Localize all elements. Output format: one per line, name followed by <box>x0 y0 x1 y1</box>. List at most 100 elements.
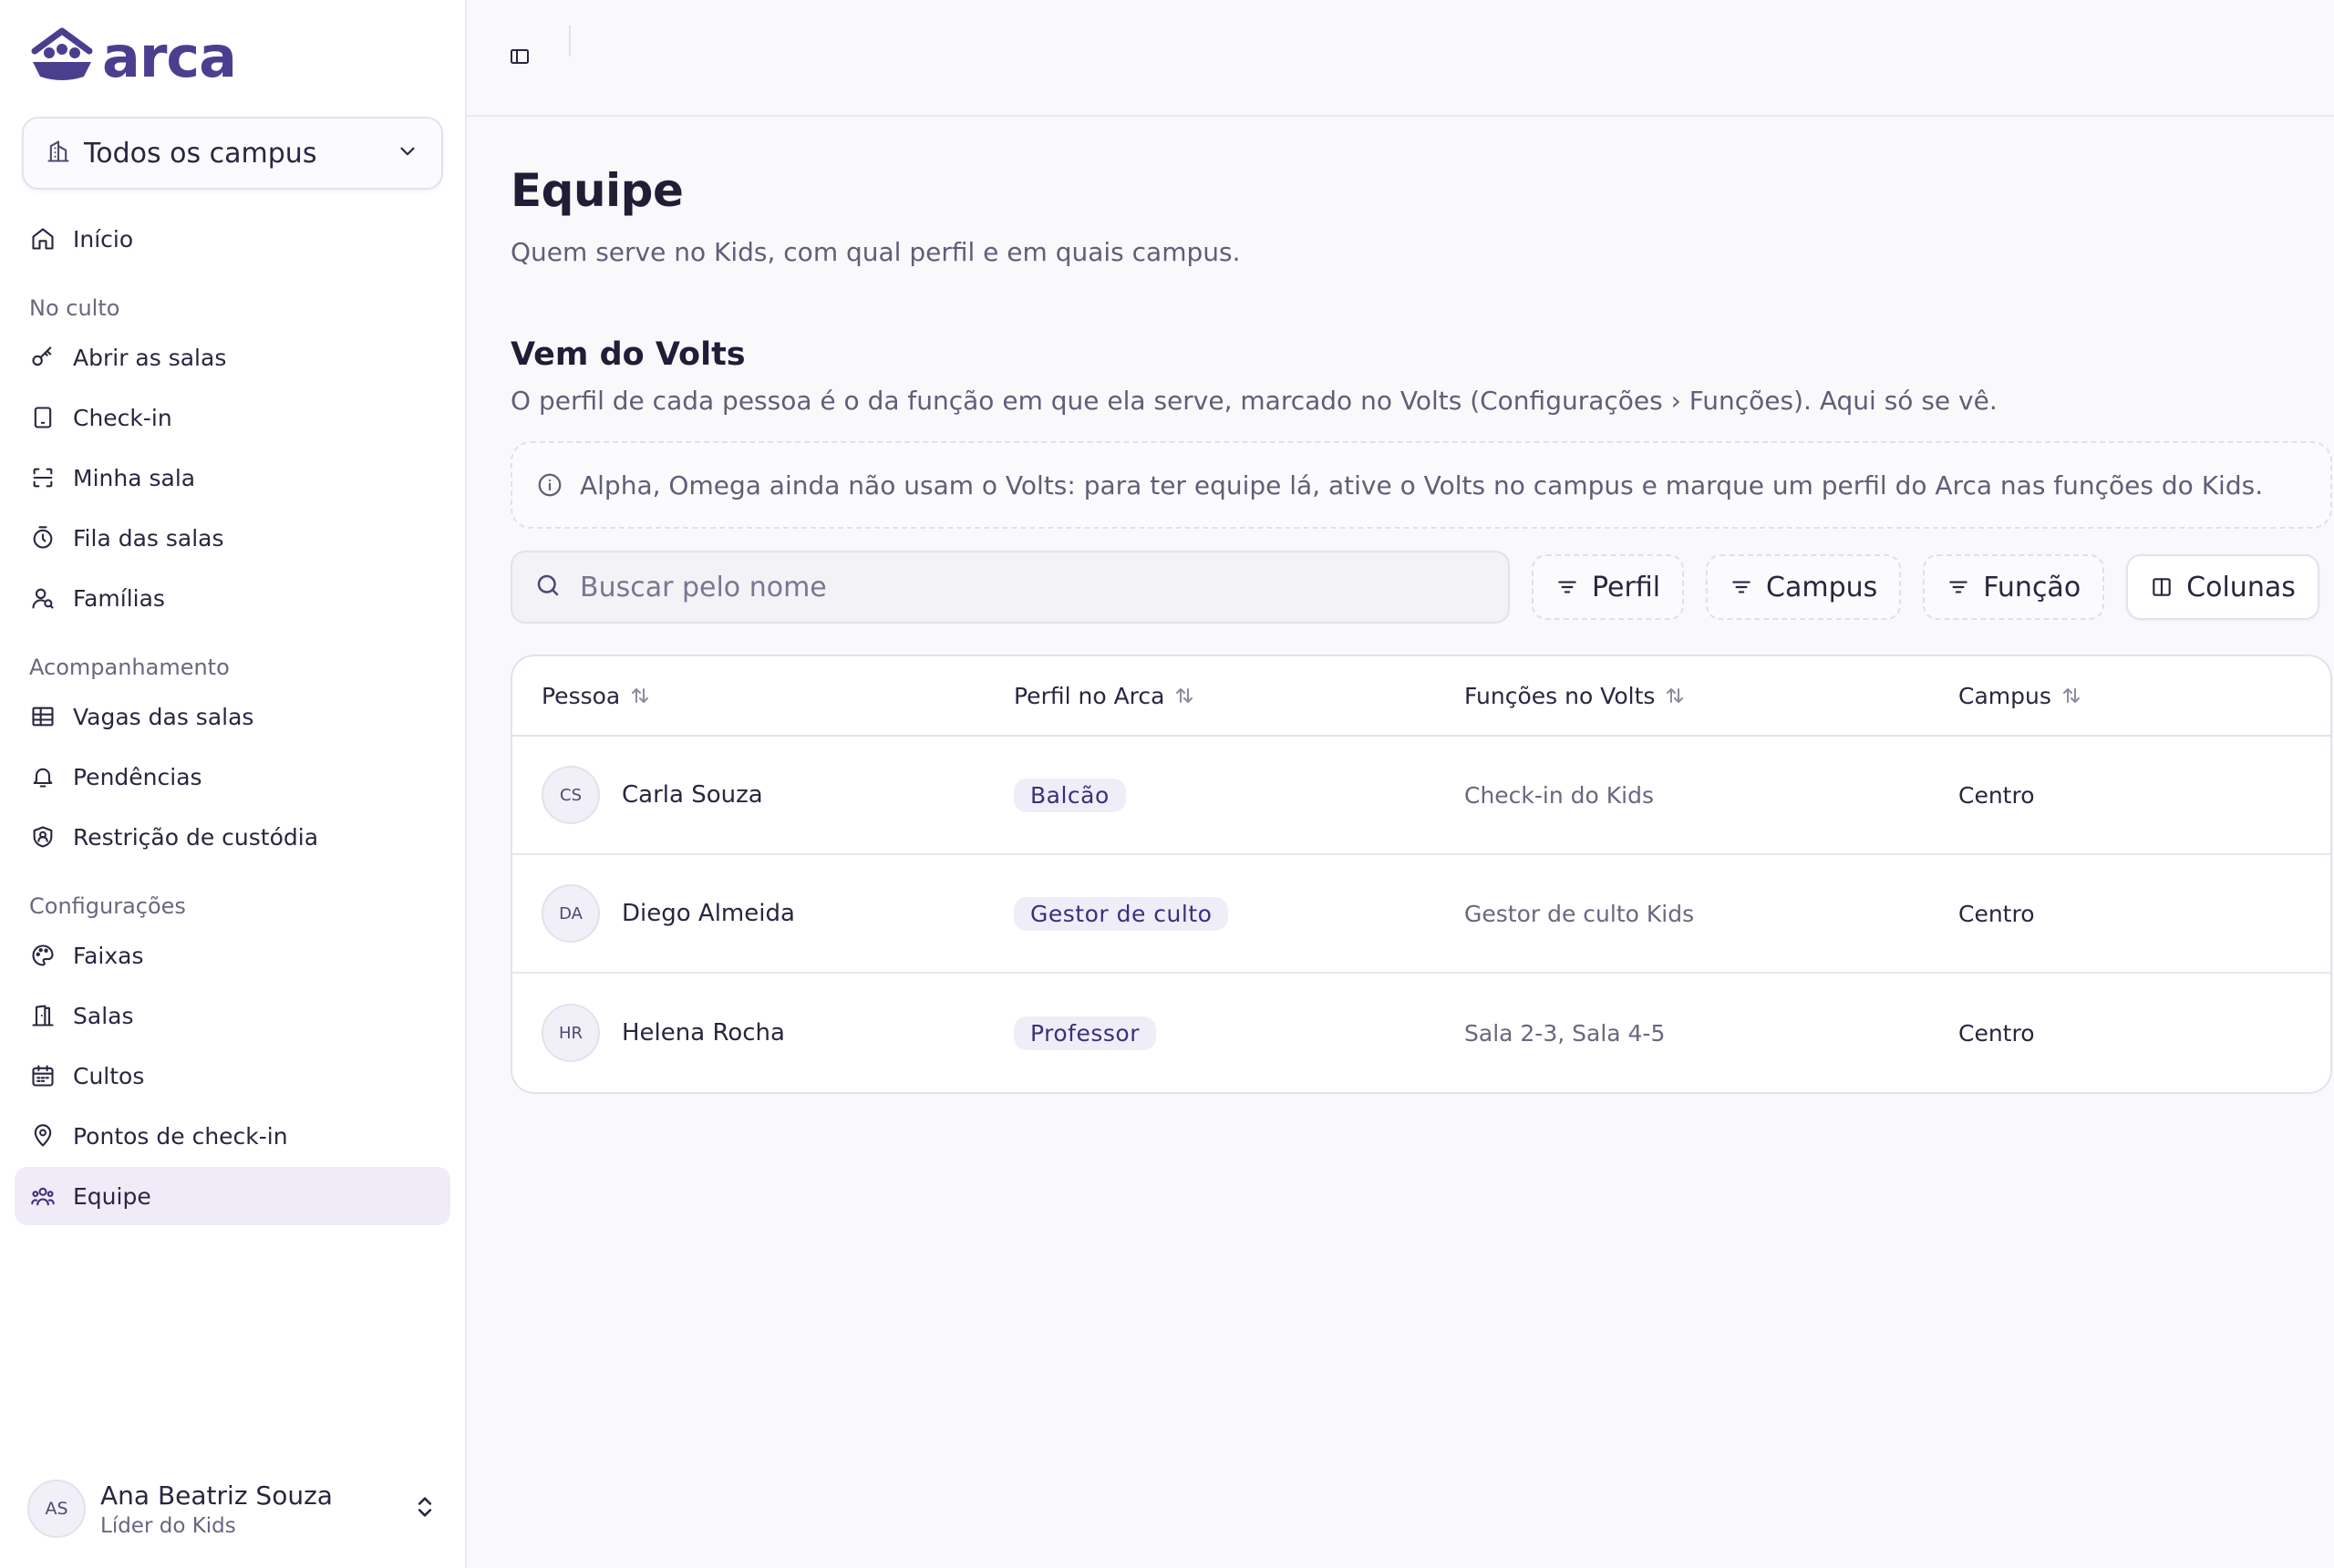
filter-label: Perfil <box>1592 571 1661 603</box>
columns-button[interactable]: Colunas <box>2126 554 2319 620</box>
chevron-down-icon <box>396 139 419 167</box>
tablet-icon <box>29 404 57 431</box>
sidebar-item-label: Pontos de check-in <box>73 1122 288 1150</box>
table-header: Pessoa Perfil no Arca Funções no Volts C… <box>512 656 2330 737</box>
chevrons-up-down-icon <box>412 1493 438 1524</box>
sidebar-item-label: Faixas <box>73 942 144 969</box>
profile-cell: Balcão <box>1014 778 1464 812</box>
profile-badge: Professor <box>1014 1016 1156 1050</box>
user-menu[interactable]: AS Ana Beatriz Souza Líder do Kids <box>27 1477 438 1541</box>
functions-text: Gestor de culto Kids <box>1464 900 1695 927</box>
door-icon <box>29 1002 57 1029</box>
arca-logo[interactable]: arca <box>29 26 237 89</box>
sidebar-item-inicio[interactable]: Início <box>15 210 450 268</box>
functions-cell: Sala 2-3, Sala 4-5 <box>1464 1020 1958 1047</box>
filter-icon <box>1947 575 1970 599</box>
map-pin-icon <box>29 1122 57 1150</box>
sidebar-item-label: Pendências <box>73 763 202 790</box>
table-row[interactable]: CS Carla Souza Balcão Check-in do Kids C… <box>512 737 2330 855</box>
campus-text: Centro <box>1958 1019 2035 1047</box>
search-field[interactable] <box>511 551 1510 624</box>
campus-text: Centro <box>1958 900 2035 927</box>
user-name: Ana Beatriz Souza <box>100 1480 333 1511</box>
campus-select[interactable]: Todos os campus <box>22 117 443 190</box>
sidebar-item-pendencias[interactable]: Pendências <box>15 748 450 806</box>
person-name: Helena Rocha <box>622 1019 785 1047</box>
person-cell: DA Diego Almeida <box>512 884 1014 943</box>
sidebar-item-vagas-das-salas[interactable]: Vagas das salas <box>15 687 450 746</box>
table-toolbar: Perfil Campus Função <box>511 551 2332 624</box>
campus-text: Centro <box>1958 781 2035 809</box>
nav-group-title: Acompanhamento <box>29 655 230 680</box>
filter-perfil-button[interactable]: Perfil <box>1532 554 1685 620</box>
column-header-funcoes[interactable]: Funções no Volts <box>1464 683 1958 709</box>
profile-badge: Gestor de culto <box>1014 896 1229 931</box>
columns-label: Colunas <box>2186 571 2296 603</box>
sidebar-item-faixas[interactable]: Faixas <box>15 926 450 985</box>
column-header-label: Campus <box>1958 682 2051 709</box>
ark-icon <box>29 26 95 89</box>
avatar: CS <box>542 766 600 824</box>
main-content: Equipe Quem serve no Kids, com qual perf… <box>467 0 2334 1568</box>
functions-cell: Gestor de culto Kids <box>1464 901 1958 927</box>
functions-text: Check-in do Kids <box>1464 781 1655 809</box>
user-search-icon <box>29 584 57 612</box>
scan-icon <box>29 464 57 491</box>
sidebar-item-equipe[interactable]: Equipe <box>15 1167 450 1225</box>
sidebar-item-restricao-de-custodia[interactable]: Restrição de custódia <box>15 808 450 866</box>
functions-text: Sala 2-3, Sala 4-5 <box>1464 1019 1666 1047</box>
sidebar-item-label: Equipe <box>73 1182 151 1210</box>
info-notice: Alpha, Omega ainda não usam o Volts: par… <box>511 441 2332 529</box>
notice-text: Alpha, Omega ainda não usam o Volts: par… <box>580 469 2264 500</box>
profile-cell: Gestor de culto <box>1014 896 1464 931</box>
sidebar-item-cultos[interactable]: Cultos <box>15 1047 450 1105</box>
sidebar-item-pontos-de-check-in[interactable]: Pontos de check-in <box>15 1107 450 1165</box>
avatar: DA <box>542 884 600 943</box>
profile-cell: Professor <box>1014 1016 1464 1050</box>
filter-campus-button[interactable]: Campus <box>1706 554 1902 620</box>
page-subtitle: Quem serve no Kids, com qual perfil e em… <box>511 237 1241 267</box>
panel-left-icon <box>509 46 531 71</box>
sidebar-item-minha-sala[interactable]: Minha sala <box>15 449 450 507</box>
building-icon <box>46 139 71 168</box>
filter-funcao-button[interactable]: Função <box>1923 554 2105 620</box>
sidebar-item-salas[interactable]: Salas <box>15 986 450 1045</box>
avatar: AS <box>27 1480 86 1538</box>
filter-label: Campus <box>1766 571 1878 603</box>
sidebar-item-label: Check-in <box>73 404 172 431</box>
sidebar-item-label: Cultos <box>73 1062 145 1089</box>
person-cell: CS Carla Souza <box>512 766 1014 824</box>
info-icon <box>536 471 563 499</box>
sidebar-toggle-button[interactable] <box>503 42 536 75</box>
page-content: Equipe Quem serve no Kids, com qual perf… <box>511 117 2332 1094</box>
search-input[interactable] <box>580 571 1486 603</box>
user-role: Líder do Kids <box>100 1513 236 1538</box>
column-header-campus[interactable]: Campus <box>1958 683 2330 709</box>
search-icon <box>534 572 562 603</box>
profile-badge: Balcão <box>1014 778 1126 812</box>
sidebar-item-familias[interactable]: Famílias <box>15 569 450 627</box>
sidebar-nav: Início No culto Abrir as salas Check-in <box>15 210 450 1227</box>
column-header-label: Pessoa <box>542 682 621 709</box>
table-row[interactable]: HR Helena Rocha Professor Sala 2-3, Sala… <box>512 974 2330 1092</box>
sidebar: arca Todos os campus Início No culto Abr… <box>0 0 467 1568</box>
person-name: Carla Souza <box>622 781 763 809</box>
sidebar-item-abrir-as-salas[interactable]: Abrir as salas <box>15 328 450 387</box>
calendar-icon <box>29 1062 57 1089</box>
palette-icon <box>29 942 57 969</box>
sort-icon <box>2060 685 2082 707</box>
column-header-perfil[interactable]: Perfil no Arca <box>1014 683 1464 709</box>
bell-icon <box>29 763 57 790</box>
section-subtitle: O perfil de cada pessoa é o da função em… <box>511 386 1998 416</box>
campus-cell: Centro <box>1958 782 2330 809</box>
user-info: Ana Beatriz Souza Líder do Kids <box>100 1480 412 1538</box>
table-row[interactable]: DA Diego Almeida Gestor de culto Gestor … <box>512 855 2330 974</box>
filter-icon <box>1730 575 1753 599</box>
sidebar-item-check-in[interactable]: Check-in <box>15 388 450 447</box>
divider <box>569 26 571 57</box>
column-header-pessoa[interactable]: Pessoa <box>512 683 1014 709</box>
filter-label: Função <box>1983 571 2081 603</box>
users-icon <box>29 1182 57 1210</box>
sidebar-item-fila-das-salas[interactable]: Fila das salas <box>15 509 450 567</box>
sidebar-item-label: Salas <box>73 1002 134 1029</box>
